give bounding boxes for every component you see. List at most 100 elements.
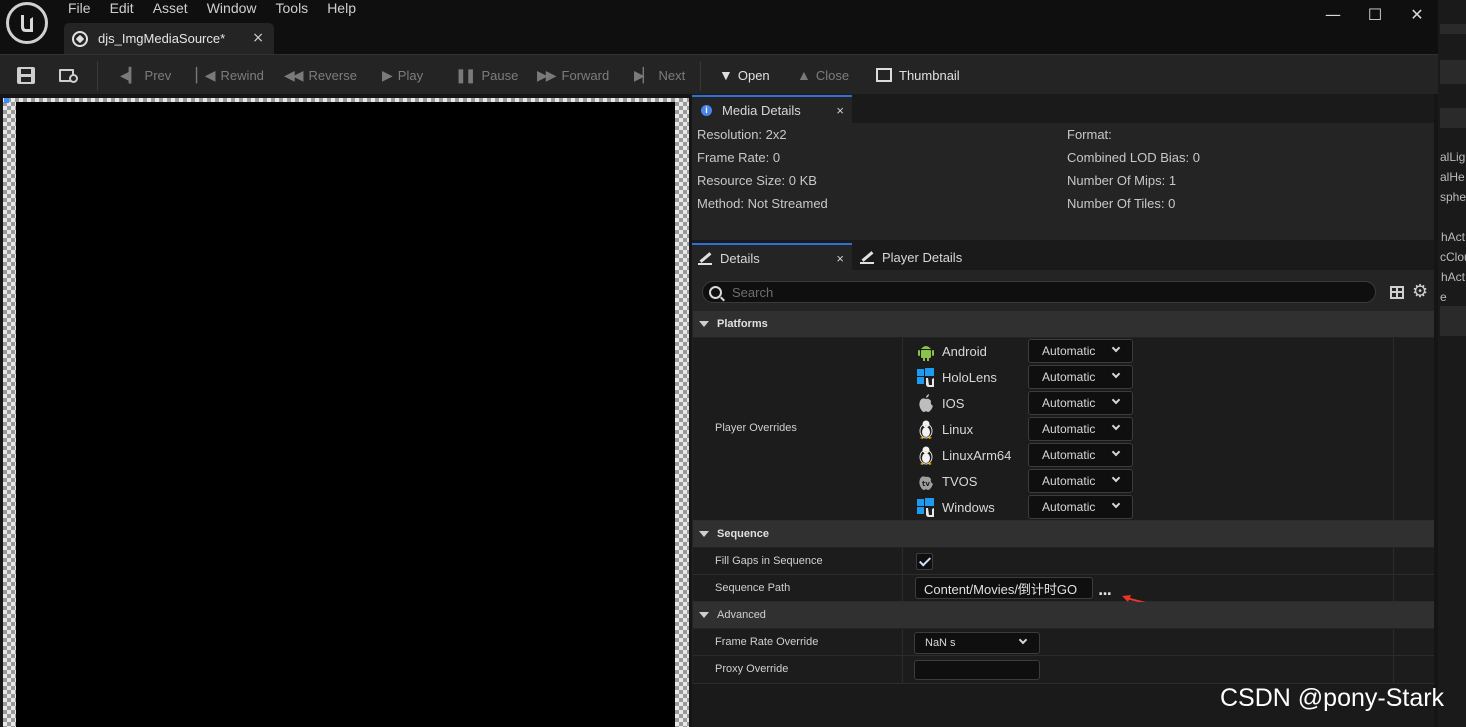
- minimize-button[interactable]: —: [1312, 0, 1354, 28]
- linux-player-dropdown[interactable]: Automatic: [1028, 417, 1133, 441]
- menu-window[interactable]: Window: [199, 0, 265, 16]
- category-sequence[interactable]: Sequence: [693, 521, 1434, 547]
- background-panel-block: [1440, 24, 1466, 34]
- menu-asset[interactable]: Asset: [145, 0, 196, 16]
- open-button[interactable]: ▼ Open: [719, 55, 770, 95]
- rewind-label: Rewind: [220, 67, 264, 83]
- sequence-path-field[interactable]: Content/Movies/倒计时GO: [915, 577, 1093, 599]
- windows-unreal-icon: [916, 367, 936, 387]
- ios-player-value: Automatic: [1042, 396, 1096, 410]
- browse-asset-icon[interactable]: [59, 67, 81, 85]
- frame-rate-override-dropdown[interactable]: NaN s: [914, 632, 1040, 654]
- viewport-corner-marker: [4, 98, 9, 103]
- gear-icon[interactable]: ⚙: [1412, 283, 1428, 301]
- save-icon[interactable]: [17, 67, 35, 84]
- background-text: e: [1440, 290, 1447, 304]
- background-text: spher: [1440, 190, 1466, 204]
- media-details-close-icon[interactable]: ×: [836, 103, 844, 118]
- frame-rate-override-row: Frame Rate Override: [693, 629, 1434, 656]
- proxy-override-field[interactable]: [914, 660, 1040, 680]
- document-tab-title: djs_ImgMediaSource*: [98, 31, 226, 46]
- play-label: Play: [397, 67, 424, 83]
- forward-button[interactable]: ▶▶ Forward: [537, 55, 609, 95]
- details-close-icon[interactable]: ×: [836, 251, 844, 266]
- frame-rate-text: Frame Rate: 0: [697, 150, 781, 165]
- thumbnail-button[interactable]: Thumbnail: [876, 55, 960, 95]
- search-input[interactable]: Search: [702, 281, 1376, 303]
- mips-text: Number Of Mips: 1: [1067, 173, 1177, 188]
- document-tab-close-icon[interactable]: ×: [252, 30, 264, 46]
- linuxarm64-player-value: Automatic: [1042, 448, 1096, 462]
- toolbar-separator: [97, 61, 98, 91]
- open-icon: ▼: [719, 67, 733, 83]
- play-button[interactable]: ▶ Play: [382, 55, 423, 95]
- next-button[interactable]: ▶▏ Next: [634, 55, 685, 95]
- ios-player-dropdown[interactable]: Automatic: [1028, 391, 1133, 415]
- chevron-down-icon: [1111, 447, 1121, 457]
- menu-bar: File Edit Asset Window Tools Help: [60, 0, 367, 16]
- pause-button[interactable]: ❚❚ Pause: [455, 55, 518, 95]
- android-player-dropdown[interactable]: Automatic: [1028, 339, 1133, 363]
- table-view-icon[interactable]: [1390, 286, 1404, 299]
- maximize-button[interactable]: ☐: [1354, 0, 1396, 28]
- platform-hololens-label: HoloLens: [942, 369, 997, 385]
- reverse-icon: ◀◀: [284, 66, 303, 83]
- platform-ios: IOS: [916, 390, 1022, 416]
- prev-label: Prev: [144, 67, 172, 83]
- sequence-path-value: Content/Movies/倒计时GO: [924, 581, 1078, 597]
- platform-android-label: Android: [942, 343, 987, 359]
- next-icon: ▶▏: [634, 66, 653, 83]
- category-advanced[interactable]: Advanced: [693, 602, 1434, 628]
- pencil-icon: [698, 251, 712, 265]
- window-controls: — ☐ ✕: [1312, 0, 1438, 28]
- reverse-label: Reverse: [308, 67, 357, 83]
- forward-label: Forward: [561, 67, 610, 83]
- pause-icon: ❚❚: [455, 66, 477, 83]
- media-preview: [16, 102, 675, 727]
- linux-player-value: Automatic: [1042, 422, 1096, 436]
- svg-text:tv: tv: [922, 480, 930, 488]
- windows-unreal-icon: [916, 497, 936, 517]
- search-icon: [709, 285, 722, 299]
- media-source-icon: [72, 30, 88, 47]
- tab-player-details-label: Player Details: [882, 249, 963, 265]
- linuxarm64-player-dropdown[interactable]: Automatic: [1028, 443, 1133, 467]
- browse-path-button[interactable]: ...: [1098, 583, 1112, 599]
- method-text: Method: Not Streamed: [697, 196, 828, 211]
- background-text: alLigh: [1440, 150, 1466, 164]
- unreal-logo-icon[interactable]: [6, 2, 48, 44]
- prev-icon: ◀▎: [120, 66, 139, 83]
- menu-edit[interactable]: Edit: [102, 0, 142, 16]
- toolbar: ◀▎ Prev ▏◀ Rewind ◀◀ Reverse ▶ Play ❚❚ Pause …: [0, 54, 1438, 94]
- platform-linuxarm64-label: LinuxArm64: [942, 447, 1012, 463]
- lod-bias-text: Combined LOD Bias: 0: [1067, 150, 1200, 165]
- tab-details-label: Details: [720, 250, 760, 266]
- windows-player-value: Automatic: [1042, 500, 1096, 514]
- reverse-button[interactable]: ◀◀ Reverse: [284, 55, 357, 95]
- fill-gaps-checkbox[interactable]: [916, 553, 933, 570]
- background-window-strip: alLigh alHe spher hAct cClou hAct e: [1438, 0, 1466, 727]
- windows-player-dropdown[interactable]: Automatic: [1028, 495, 1133, 519]
- column-divider: [902, 548, 903, 574]
- close-media-button[interactable]: ▲ Close: [797, 55, 849, 95]
- hololens-player-dropdown[interactable]: Automatic: [1028, 365, 1133, 389]
- title-bar: File Edit Asset Window Tools Help djs_Im…: [0, 0, 1438, 54]
- column-divider: [902, 338, 903, 520]
- menu-help[interactable]: Help: [319, 0, 364, 16]
- menu-file[interactable]: File: [60, 0, 99, 16]
- tab-player-details[interactable]: Player Details: [854, 243, 1014, 271]
- prev-button[interactable]: ◀▎ Prev: [120, 55, 171, 95]
- document-tab[interactable]: djs_ImgMediaSource* ×: [64, 23, 274, 54]
- proxy-override-label: Proxy Override: [715, 663, 789, 675]
- apple-tv-icon: tv: [916, 471, 936, 491]
- platform-tvos-label: TVOS: [942, 473, 978, 489]
- rewind-button[interactable]: ▏◀ Rewind: [196, 55, 264, 95]
- tvos-player-dropdown[interactable]: Automatic: [1028, 469, 1133, 493]
- menu-tools[interactable]: Tools: [268, 0, 317, 16]
- tab-media-details[interactable]: i Media Details ×: [692, 95, 852, 123]
- category-platforms[interactable]: Platforms: [693, 311, 1434, 337]
- tab-details[interactable]: Details ×: [692, 243, 852, 271]
- background-text: alHe: [1440, 170, 1465, 184]
- close-window-button[interactable]: ✕: [1396, 0, 1438, 28]
- linux-icon: [916, 419, 936, 439]
